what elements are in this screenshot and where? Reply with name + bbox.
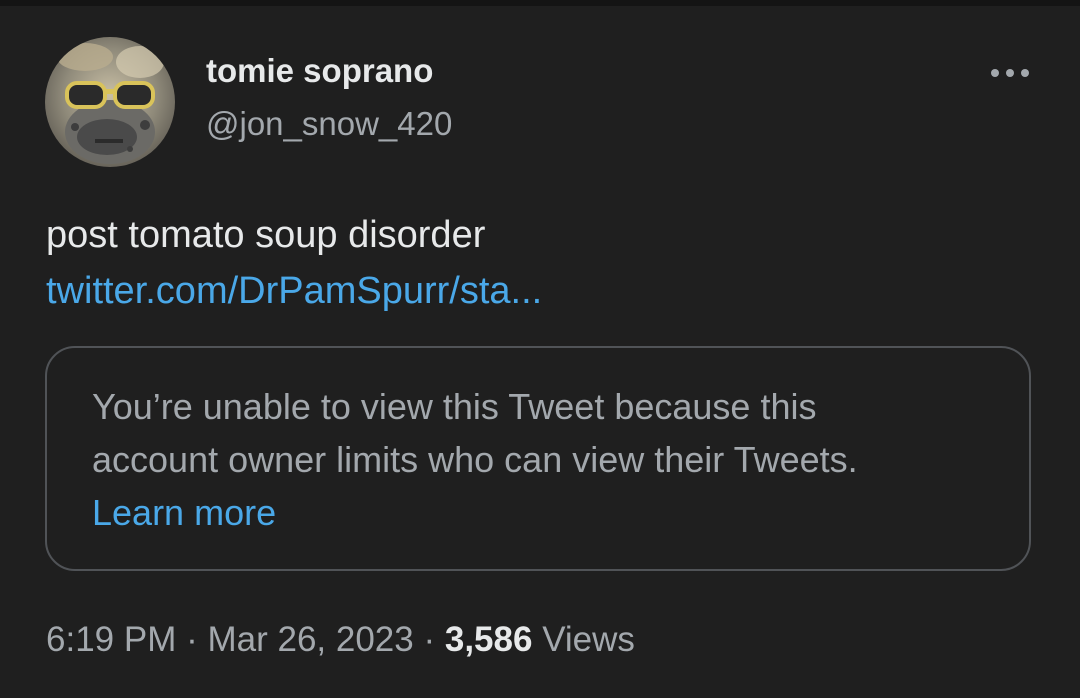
views-label: Views (542, 620, 635, 659)
author-handle[interactable]: @jon_snow_420 (206, 105, 452, 143)
views-count[interactable]: 3,586 (445, 620, 533, 659)
more-horizontal-icon (991, 69, 1029, 77)
notice-text-line-2: account owner limits who can view their … (92, 439, 858, 480)
avatar-image (45, 37, 175, 167)
learn-more-link[interactable]: Learn more (92, 492, 276, 534)
tweet-link[interactable]: twitter.com/DrPamSpurr/sta... (46, 270, 542, 313)
tweet-date[interactable]: Mar 26, 2023 (207, 620, 413, 659)
meta-separator: · (423, 620, 436, 659)
top-divider (0, 0, 1080, 6)
author-display-name[interactable]: tomie soprano (206, 52, 433, 90)
notice-text-line-1: You’re unable to view this Tweet because… (92, 386, 817, 427)
quoted-tweet-unavailable-card: You’re unable to view this Tweet because… (45, 346, 1031, 571)
avatar[interactable] (45, 37, 175, 167)
tweet-meta: 6:19 PM · Mar 26, 2023 · 3,586 Views (46, 620, 635, 660)
tweet-time[interactable]: 6:19 PM (46, 620, 176, 659)
tweet-text: post tomato soup disorder (46, 214, 486, 256)
meta-separator: · (186, 620, 198, 659)
more-options-button[interactable] (984, 58, 1036, 88)
